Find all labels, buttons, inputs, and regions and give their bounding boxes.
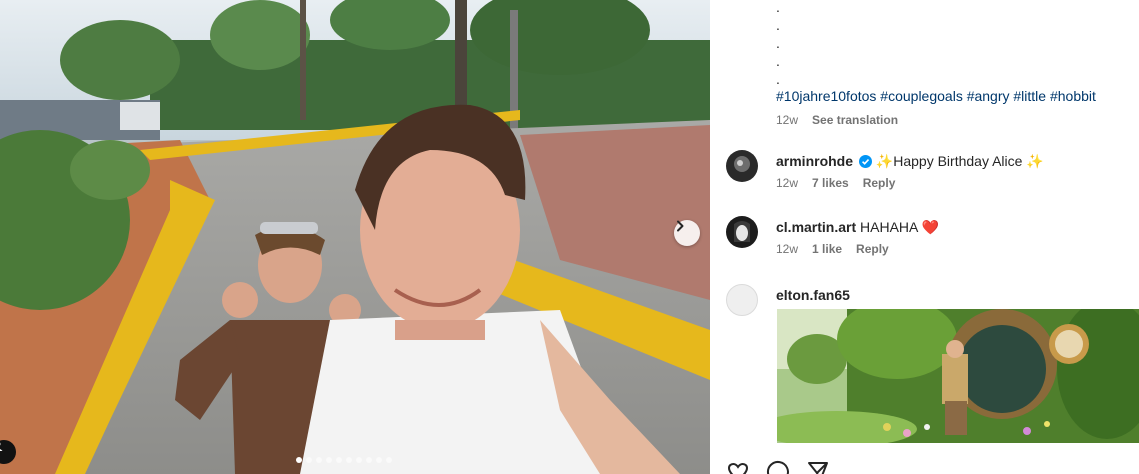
reply-button[interactable]: Reply bbox=[863, 176, 896, 190]
comment-time[interactable]: 12w bbox=[776, 176, 798, 190]
carousel-dot bbox=[386, 457, 392, 463]
send-icon bbox=[808, 462, 828, 474]
photo-scene bbox=[0, 0, 710, 474]
comment-username[interactable]: cl.martin.art bbox=[776, 219, 856, 235]
hobbit-image bbox=[777, 309, 1139, 443]
caption-dot: . bbox=[776, 0, 780, 15]
caption-dot: . bbox=[776, 17, 780, 33]
comment-text: Happy Birthday Alice bbox=[893, 153, 1023, 169]
carousel-dot bbox=[316, 457, 322, 463]
user-icon bbox=[0, 442, 3, 451]
comments-panel: . . . . . #10jahre10fotos #couplegoals #… bbox=[710, 0, 1139, 474]
verified-badge-icon bbox=[858, 155, 872, 168]
avatar[interactable] bbox=[726, 216, 758, 248]
share-button[interactable] bbox=[806, 460, 830, 474]
comment-time[interactable]: 12w bbox=[776, 242, 798, 256]
sparkle-icon: ✨ bbox=[1026, 153, 1044, 169]
avatar[interactable] bbox=[726, 150, 758, 182]
carousel-dot bbox=[346, 457, 352, 463]
post-photo[interactable] bbox=[0, 0, 710, 474]
carousel-dot bbox=[366, 457, 372, 463]
carousel-dot bbox=[336, 457, 342, 463]
carousel-dot bbox=[356, 457, 362, 463]
carousel-dot bbox=[326, 457, 332, 463]
comment-likes[interactable]: 7 likes bbox=[812, 176, 849, 190]
comment-image[interactable] bbox=[777, 309, 1139, 443]
red-heart-icon: ❤️ bbox=[921, 219, 939, 235]
avatar[interactable] bbox=[726, 284, 758, 316]
caption-dot: . bbox=[776, 35, 780, 51]
comment-username[interactable]: arminrohde bbox=[776, 153, 853, 169]
avatar-image bbox=[726, 150, 758, 182]
caption-dots: . . . . . bbox=[776, 0, 796, 90]
like-button[interactable] bbox=[726, 460, 750, 474]
carousel-dot bbox=[376, 457, 382, 463]
comment-username[interactable]: elton.fan65 bbox=[776, 287, 850, 303]
carousel-dot bbox=[306, 457, 312, 463]
carousel-dot bbox=[296, 457, 302, 463]
avatar-image bbox=[726, 216, 758, 248]
comment-button[interactable] bbox=[766, 460, 790, 474]
comment-text: HAHAHA bbox=[860, 219, 918, 235]
comment-meta: 12w 7 likes Reply bbox=[776, 176, 1126, 190]
next-photo-button[interactable] bbox=[674, 220, 700, 246]
heart-icon bbox=[727, 462, 749, 474]
comment-icon bbox=[766, 460, 789, 474]
carousel-dots bbox=[296, 457, 392, 463]
reply-button[interactable]: Reply bbox=[856, 242, 889, 256]
action-bar bbox=[726, 460, 830, 474]
comment-likes[interactable]: 1 like bbox=[812, 242, 842, 256]
caption-time[interactable]: 12w bbox=[776, 113, 798, 127]
chevron-right-icon bbox=[677, 220, 684, 232]
sparkle-icon: ✨ bbox=[875, 153, 894, 169]
see-translation-button[interactable]: See translation bbox=[812, 113, 898, 127]
caption-hashtags[interactable]: #10jahre10fotos #couplegoals #angry #lit… bbox=[776, 88, 1096, 104]
caption-meta: 12w See translation bbox=[776, 113, 898, 127]
caption-dot: . bbox=[776, 53, 780, 69]
comment-meta: 12w 1 like Reply bbox=[776, 242, 1126, 256]
